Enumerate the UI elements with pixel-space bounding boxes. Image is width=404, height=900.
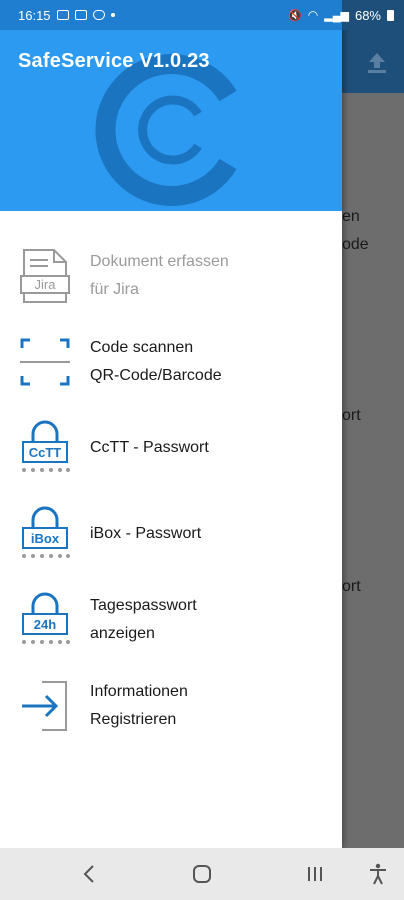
menu-item-sublabel: Registrieren <box>90 711 177 728</box>
status-time: 16:15 <box>18 7 51 23</box>
menu-item-document-jira[interactable]: Jira Dokument erfassen für Jira <box>0 233 342 319</box>
more-notifications-dot <box>110 13 115 17</box>
lock-icon-label: 24h <box>34 617 56 632</box>
recent-apps-icon[interactable] <box>303 862 327 886</box>
menu-item-label: Informationen <box>90 683 188 700</box>
background-text: ort <box>342 578 361 595</box>
lock-icon-label: iBox <box>31 531 60 546</box>
menu-item-label: iBox - Passwort <box>90 525 202 542</box>
lock-password-icon: 24h <box>22 592 70 644</box>
shield-notification-icon <box>92 10 105 20</box>
system-navigation-bar <box>0 848 404 900</box>
jira-document-icon: Jira <box>20 249 70 303</box>
drawer-menu: Jira Dokument erfassen für Jira Code sca… <box>0 233 342 749</box>
back-icon[interactable] <box>78 862 102 886</box>
login-arrow-icon <box>22 681 67 731</box>
status-bar: 16:15 🔇 ◠ ▂▄▆ 68% <box>0 0 404 30</box>
background-text: ort <box>342 407 361 424</box>
menu-item-scan-code[interactable]: Code scannen QR-Code/Barcode <box>0 319 342 405</box>
menu-item-daily-password[interactable]: 24h Tagespasswort anzeigen <box>0 577 342 663</box>
navigation-drawer: SafeService V1.0.23 Jira Dokument erfass… <box>0 0 342 848</box>
background-text: ode <box>342 236 369 253</box>
menu-item-information-register[interactable]: Informationen Registrieren <box>0 663 342 749</box>
menu-item-label: Tagespasswort <box>90 597 197 614</box>
upload-icon[interactable] <box>368 53 386 73</box>
menu-item-sublabel: QR-Code/Barcode <box>90 367 222 384</box>
battery-icon <box>387 9 394 21</box>
menu-item-sublabel: anzeigen <box>90 625 155 642</box>
battery-level: 68% <box>354 7 381 23</box>
lock-password-icon: CcTT <box>22 420 70 472</box>
accessibility-icon[interactable] <box>366 862 390 886</box>
menu-item-label: Code scannen <box>90 339 194 356</box>
signal-icon: ▂▄▆ <box>324 9 349 22</box>
app-notification-icon <box>74 10 87 20</box>
menu-item-cctt-password[interactable]: CcTT CcTT - Passwort <box>0 405 342 491</box>
menu-item-label: CcTT - Passwort <box>90 439 209 456</box>
home-icon[interactable] <box>190 862 214 886</box>
scan-frame-icon <box>20 338 70 386</box>
drawer-header: SafeService V1.0.23 <box>0 30 342 211</box>
gallery-notification-icon <box>56 10 69 20</box>
background-content <box>342 93 404 848</box>
menu-item-ibox-password[interactable]: iBox iBox - Passwort <box>0 491 342 577</box>
background-app <box>342 0 404 900</box>
lock-password-icon: iBox <box>22 506 70 558</box>
lock-icon-label: CcTT <box>29 445 62 460</box>
app-title: SafeService V1.0.23 <box>18 50 210 72</box>
wifi-icon: ◠ <box>307 8 319 22</box>
menu-item-sublabel: für Jira <box>90 281 139 298</box>
jira-icon-label: Jira <box>35 277 57 292</box>
menu-item-label: Dokument erfassen <box>90 253 229 270</box>
mute-icon: 🔇 <box>288 9 302 22</box>
background-text: en <box>342 208 360 225</box>
